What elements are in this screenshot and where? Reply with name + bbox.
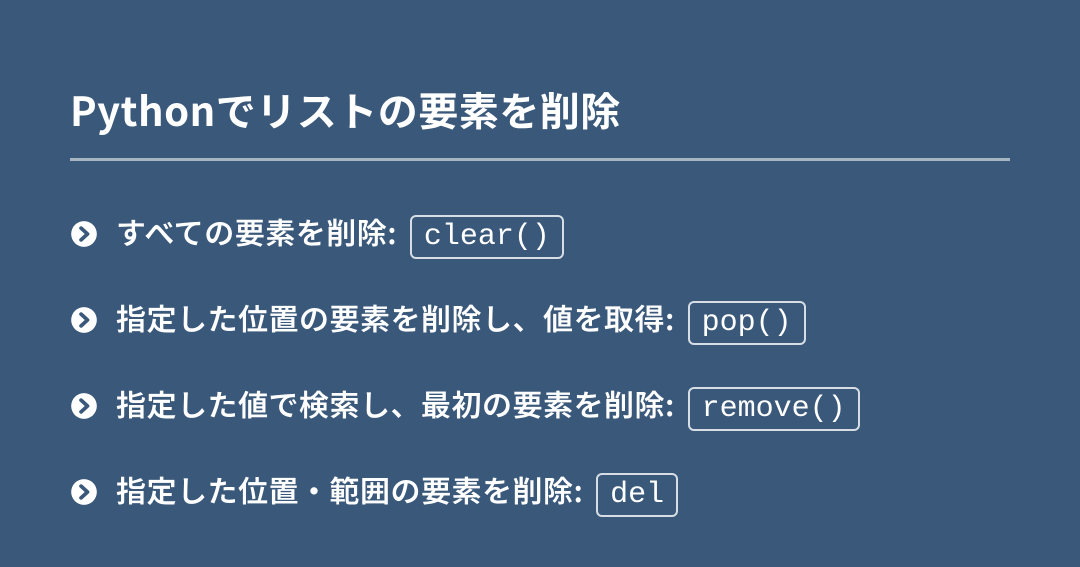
chevron-circle-right-icon [70,306,98,334]
chevron-circle-right-icon [70,392,98,420]
item-content: 指定した値で検索し、最初の要素を削除: remove() [116,381,860,431]
list-item: 指定した位置の要素を削除し、値を取得: pop() [70,295,1010,345]
item-text: 指定した位置・範囲の要素を削除: [116,467,583,511]
item-text: すべての要素を削除: [116,209,397,253]
code-token: remove() [688,387,860,431]
chevron-circle-right-icon [70,220,98,248]
item-content: 指定した位置の要素を削除し、値を取得: pop() [116,295,806,345]
code-token: pop() [688,301,806,345]
code-token: del [596,473,678,517]
chevron-circle-right-icon [70,478,98,506]
list-item: 指定した値で検索し、最初の要素を削除: remove() [70,381,1010,431]
item-content: すべての要素を削除: clear() [116,209,564,259]
code-token: clear() [410,215,564,259]
page-title: Pythonでリストの要素を削除 [70,80,1010,161]
item-content: 指定した位置・範囲の要素を削除: del [116,467,678,517]
item-text: 指定した位置の要素を削除し、値を取得: [116,295,675,339]
method-list: すべての要素を削除: clear() 指定した位置の要素を削除し、値を取得: p… [70,209,1010,517]
list-item: 指定した位置・範囲の要素を削除: del [70,467,1010,517]
item-text: 指定した値で検索し、最初の要素を削除: [116,381,675,425]
list-item: すべての要素を削除: clear() [70,209,1010,259]
